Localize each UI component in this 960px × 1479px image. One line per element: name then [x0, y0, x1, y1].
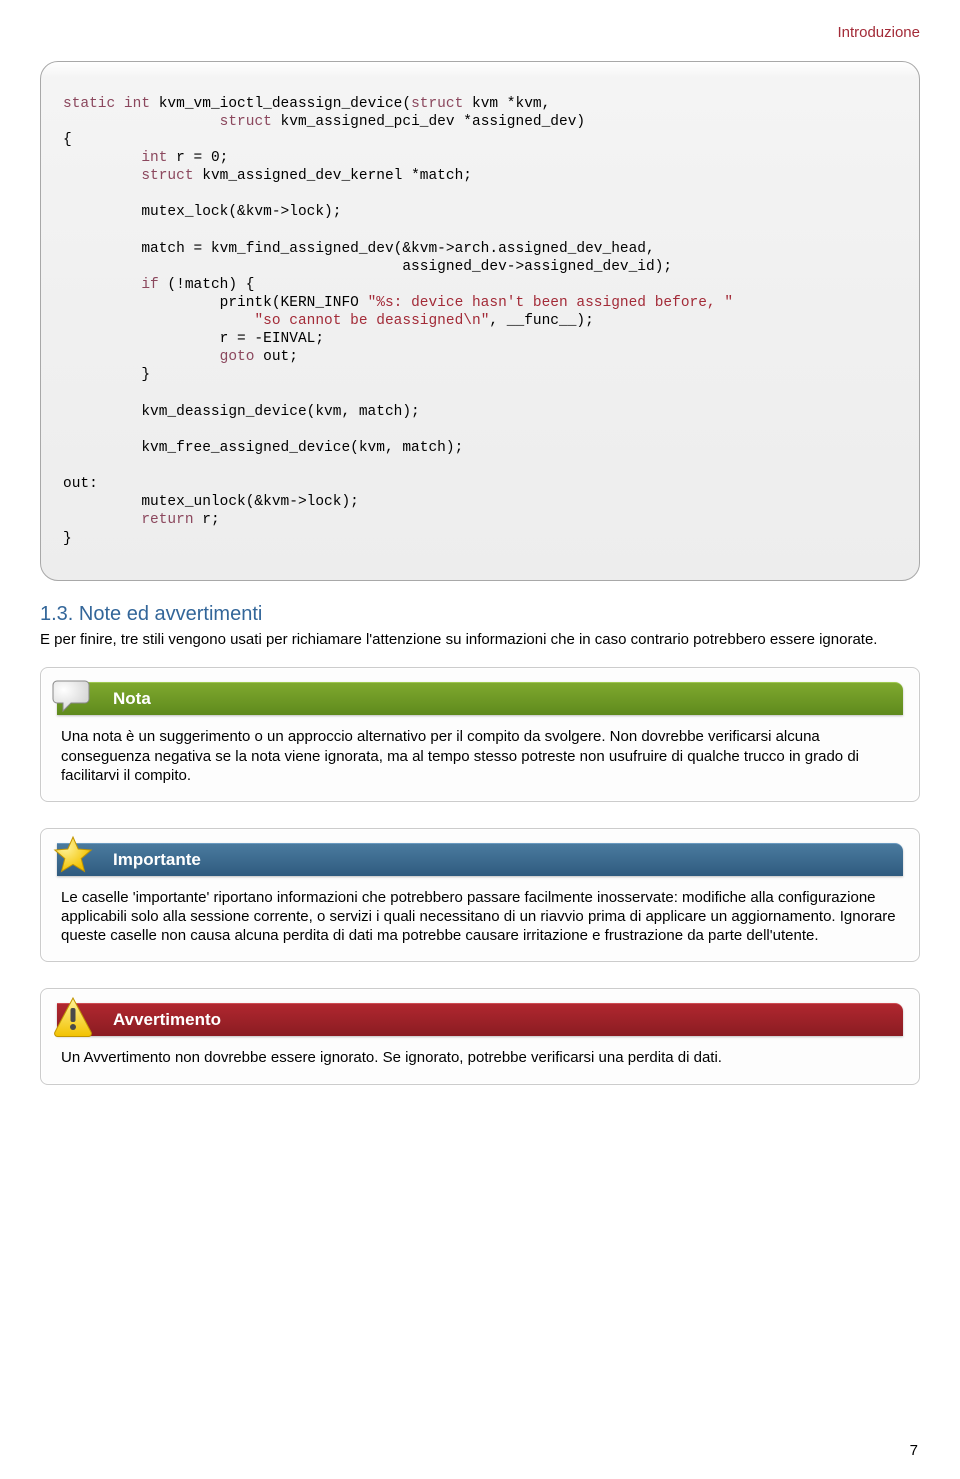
admonition-note-title: Nota: [57, 682, 903, 715]
admonition-warning-body: Un Avvertimento non dovrebbe essere igno…: [41, 1046, 919, 1083]
admonition-warning: Avvertimento Un Avvertimento non dovrebb…: [40, 988, 920, 1084]
admonition-important-body: Le caselle 'importante' riportano inform…: [41, 886, 919, 962]
admonition-note: Nota Una nota è un suggerimento o un app…: [40, 667, 920, 802]
admonition-important-title: Importante: [57, 843, 903, 876]
page-header: Introduzione: [40, 24, 920, 41]
admonition-warning-title: Avvertimento: [57, 1003, 903, 1036]
code-block: static int kvm_vm_ioctl_deassign_device(…: [40, 61, 920, 581]
warning-triangle-icon: [51, 994, 95, 1038]
section-paragraph: E per finire, tre stili vengono usati pe…: [40, 630, 920, 649]
speech-bubble-icon: [51, 673, 95, 717]
page-number: 7: [910, 1442, 918, 1459]
code-content: static int kvm_vm_ioctl_deassign_device(…: [63, 95, 897, 548]
admonition-note-body: Una nota è un suggerimento o un approcci…: [41, 725, 919, 801]
admonition-important: Importante Le caselle 'importante' ripor…: [40, 828, 920, 963]
star-icon: [51, 834, 95, 878]
section-heading: 1.3. Note ed avvertimenti: [40, 603, 920, 626]
